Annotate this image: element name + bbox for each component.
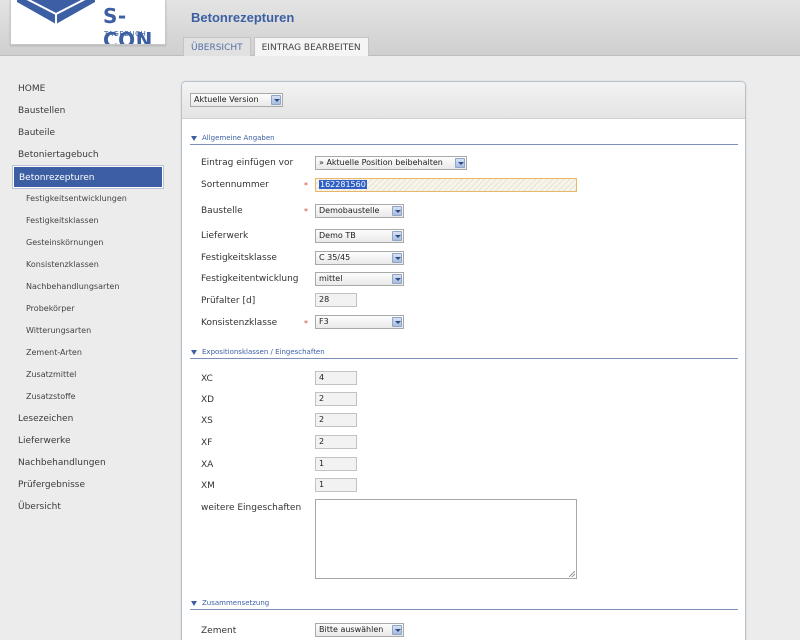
required-marker: * xyxy=(304,181,308,190)
required-marker: * xyxy=(304,207,308,216)
tab-bar: ÜBERSICHT EINTRAG BEARBEITEN xyxy=(183,37,372,56)
pruefalter-label: Prüfalter [d] xyxy=(201,296,256,306)
header: S-CON TAGEBUCH Betonrezepturen ÜBERSICHT… xyxy=(0,0,800,56)
sidebar-item-zusatzstoffe[interactable]: Zusatzstoffe xyxy=(0,386,175,408)
sidebar-item-uebersicht[interactable]: Übersicht xyxy=(0,496,175,518)
tab-overview[interactable]: ÜBERSICHT xyxy=(183,37,251,56)
sidebar-item-festigkeitsklassen[interactable]: Festigkeitsklassen xyxy=(0,210,175,232)
exposition-input-xc[interactable]: 4 xyxy=(315,371,357,385)
exposition-label-xs: XS xyxy=(201,416,213,426)
chevron-down-icon xyxy=(392,274,402,284)
sidebar-item-nachbehandlungsarten[interactable]: Nachbehandlungsarten xyxy=(0,276,175,298)
exposition-input-xs[interactable]: 2 xyxy=(315,413,357,427)
sidebar-item-home[interactable]: HOME xyxy=(0,78,175,100)
sidebar-item-betonrezepturen[interactable]: Betonrezepturen xyxy=(12,165,164,189)
section-title: Allgemeine Angaben xyxy=(190,133,738,144)
sidebar: HOME Baustellen Bauteile Betoniertagebuc… xyxy=(0,78,175,518)
section-expositionsklassen[interactable]: Expositionsklassen / Eingeschaften xyxy=(190,347,738,359)
version-select[interactable]: Aktuelle Version xyxy=(190,93,283,107)
baustelle-label: Baustelle xyxy=(201,206,243,216)
sidebar-item-bauteile[interactable]: Bauteile xyxy=(0,122,175,144)
sidebar-item-lesezeichen[interactable]: Lesezeichen xyxy=(0,408,175,430)
required-marker: * xyxy=(304,319,308,328)
baustelle-value: Demobaustelle xyxy=(319,206,380,215)
logo[interactable]: S-CON TAGEBUCH xyxy=(10,0,166,45)
eintrag-position-select[interactable]: » Aktuelle Position beibehalten xyxy=(315,156,467,170)
page-title: Betonrezepturen xyxy=(191,10,295,25)
festigkeitentwicklung-value: mittel xyxy=(319,274,343,283)
weitere-eigenschaften-label: weitere Eingeschaften xyxy=(201,503,302,513)
festigkeitentwicklung-select[interactable]: mittel xyxy=(315,272,404,286)
pruefalter-input[interactable]: 28 xyxy=(315,293,357,307)
festigkeitsklasse-label: Festigkeitsklasse xyxy=(201,253,277,263)
sidebar-item-lieferwerke[interactable]: Lieferwerke xyxy=(0,430,175,452)
exposition-label-xm: XM xyxy=(201,481,215,491)
sidebar-item-konsistenzklassen[interactable]: Konsistenzklassen xyxy=(0,254,175,276)
sidebar-item-festigkeitsentwicklungen[interactable]: Festigkeitsentwicklungen xyxy=(0,188,175,210)
exposition-input-xm[interactable]: 1 xyxy=(315,478,357,492)
exposition-label-xd: XD xyxy=(201,395,215,405)
zement-value: Bitte auswählen xyxy=(319,625,384,634)
cube-logo-icon xyxy=(17,0,95,24)
exposition-input-xf[interactable]: 2 xyxy=(315,435,357,449)
chevron-down-icon xyxy=(392,625,402,635)
sortennummer-value: 162281560 xyxy=(319,180,367,189)
version-select-value: Aktuelle Version xyxy=(194,95,259,104)
chevron-down-icon xyxy=(392,231,402,241)
logo-text: S-CON xyxy=(103,4,153,45)
tab-edit-entry[interactable]: EINTRAG BEARBEITEN xyxy=(253,37,369,56)
konsistenzklasse-select[interactable]: F3 xyxy=(315,315,404,329)
exposition-input-xa[interactable]: 1 xyxy=(315,457,357,471)
sidebar-item-zusatzmittel[interactable]: Zusatzmittel xyxy=(0,364,175,386)
chevron-down-icon xyxy=(455,158,465,168)
chevron-down-icon xyxy=(392,317,402,327)
sortennummer-input[interactable]: 162281560 xyxy=(315,178,577,192)
sidebar-item-nachbehandlungen[interactable]: Nachbehandlungen xyxy=(0,452,175,474)
konsistenzklasse-label: Konsistenzklasse xyxy=(201,318,278,328)
sidebar-item-betoniertagebuch[interactable]: Betoniertagebuch xyxy=(0,144,175,166)
logo-subtitle: TAGEBUCH xyxy=(104,30,147,38)
sortennummer-label: Sortennummer xyxy=(201,180,269,190)
festigkeitentwicklung-label: Festigkeitentwicklung xyxy=(201,274,299,284)
zement-label: Zement xyxy=(201,626,237,636)
weitere-eigenschaften-textarea[interactable] xyxy=(315,499,577,579)
sidebar-item-witterungsarten[interactable]: Witterungsarten xyxy=(0,320,175,342)
section-title: Zusammensetzung xyxy=(190,598,738,609)
festigkeitsklasse-select[interactable]: C 35/45 xyxy=(315,251,404,265)
chevron-down-icon xyxy=(271,95,281,105)
section-zusammensetzung[interactable]: Zusammensetzung xyxy=(190,598,738,610)
sidebar-item-baustellen[interactable]: Baustellen xyxy=(0,100,175,122)
eintrag-position-value: » Aktuelle Position beibehalten xyxy=(319,158,443,167)
exposition-label-xc: XC xyxy=(201,374,213,384)
chevron-down-icon xyxy=(392,206,402,216)
section-allgemeine-angaben[interactable]: Allgemeine Angaben xyxy=(190,133,738,145)
exposition-label-xa: XA xyxy=(201,460,214,470)
zement-select[interactable]: Bitte auswählen xyxy=(315,623,404,637)
sidebar-item-gesteinskoernungen[interactable]: Gesteinskörnungen xyxy=(0,232,175,254)
lieferwerk-value: Demo TB xyxy=(319,231,356,240)
exposition-label-xf: XF xyxy=(201,438,213,448)
eintrag-label: Eintrag einfügen vor xyxy=(201,158,294,168)
section-title: Expositionsklassen / Eingeschaften xyxy=(190,347,738,358)
sidebar-item-probekoerper[interactable]: Probekörper xyxy=(0,298,175,320)
baustelle-select[interactable]: Demobaustelle xyxy=(315,204,404,218)
lieferwerk-label: Lieferwerk xyxy=(201,231,249,241)
resize-handle-icon[interactable] xyxy=(569,571,575,577)
sidebar-item-zement-arten[interactable]: Zement-Arten xyxy=(0,342,175,364)
sidebar-item-pruefergebnisse[interactable]: Prüfergebnisse xyxy=(0,474,175,496)
panel-toolbar: Aktuelle Version xyxy=(182,82,745,119)
konsistenzklasse-value: F3 xyxy=(319,317,329,326)
festigkeitsklasse-value: C 35/45 xyxy=(319,253,351,262)
exposition-input-xd[interactable]: 2 xyxy=(315,392,357,406)
chevron-down-icon xyxy=(392,253,402,263)
lieferwerk-select[interactable]: Demo TB xyxy=(315,229,404,243)
form-panel: Aktuelle Version Allgemeine Angaben Eint… xyxy=(181,81,746,640)
